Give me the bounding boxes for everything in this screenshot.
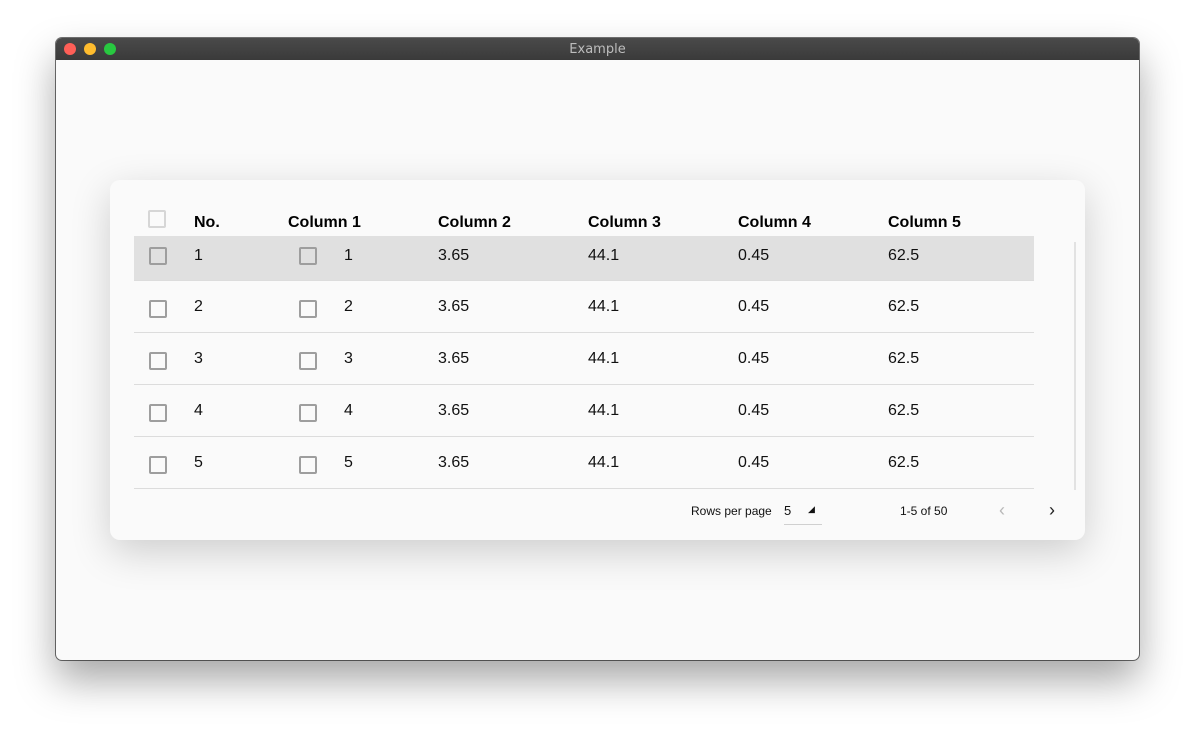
cell-column-2: 3.65 bbox=[438, 454, 470, 471]
cell-checkbox[interactable] bbox=[299, 404, 317, 422]
dropdown-arrow-icon: ◢ bbox=[808, 504, 815, 514]
cell-column-1: 5 bbox=[344, 454, 353, 471]
header-column-4[interactable]: Column 4 bbox=[738, 214, 811, 232]
table-row[interactable]: 3 3 3.65 44.1 0.45 62.5 bbox=[134, 333, 1034, 385]
app-window: Example No. Column 1 Column 2 Column 3 C… bbox=[56, 38, 1139, 660]
cell-column-2: 3.65 bbox=[438, 298, 470, 315]
header-column-5[interactable]: Column 5 bbox=[888, 214, 961, 232]
cell-checkbox[interactable] bbox=[299, 456, 317, 474]
data-table-card: No. Column 1 Column 2 Column 3 Column 4 … bbox=[110, 180, 1085, 540]
cell-column-1: 4 bbox=[344, 402, 353, 419]
cell-no: 3 bbox=[194, 350, 203, 367]
table-header: No. Column 1 Column 2 Column 3 Column 4 … bbox=[134, 204, 1034, 236]
chevron-left-icon[interactable]: ‹ bbox=[999, 500, 1005, 520]
row-checkbox[interactable] bbox=[149, 404, 167, 422]
title-bar: Example bbox=[56, 38, 1139, 60]
row-checkbox[interactable] bbox=[149, 456, 167, 474]
cell-column-5: 62.5 bbox=[888, 350, 920, 367]
cell-column-1: 1 bbox=[344, 247, 353, 264]
cell-column-5: 62.5 bbox=[888, 454, 920, 471]
cell-column-3: 44.1 bbox=[588, 350, 620, 367]
cell-column-1: 2 bbox=[344, 298, 353, 315]
pagination-bar: Rows per page 5 ◢ 1-5 of 50 ‹ › bbox=[110, 500, 1085, 525]
cell-column-2: 3.65 bbox=[438, 350, 470, 367]
rows-per-page-select[interactable]: 5 ◢ bbox=[784, 500, 822, 525]
cell-column-5: 62.5 bbox=[888, 298, 920, 315]
row-checkbox[interactable] bbox=[149, 352, 167, 370]
table-row[interactable]: 4 4 3.65 44.1 0.45 62.5 bbox=[134, 385, 1034, 437]
cell-checkbox[interactable] bbox=[299, 352, 317, 370]
window-title: Example bbox=[569, 41, 626, 57]
window-controls bbox=[64, 43, 116, 55]
cell-column-2: 3.65 bbox=[438, 402, 470, 419]
minimize-button[interactable] bbox=[84, 43, 96, 55]
cell-column-3: 44.1 bbox=[588, 247, 620, 264]
cell-no: 4 bbox=[194, 402, 203, 419]
cell-column-3: 44.1 bbox=[588, 402, 620, 419]
cell-column-1: 3 bbox=[344, 350, 353, 367]
cell-column-4: 0.45 bbox=[738, 298, 770, 315]
cell-no: 1 bbox=[194, 247, 203, 264]
row-checkbox[interactable] bbox=[149, 247, 167, 265]
cell-column-2: 3.65 bbox=[438, 247, 470, 264]
rows-per-page-label: Rows per page bbox=[691, 504, 772, 518]
header-column-1[interactable]: Column 1 bbox=[288, 214, 361, 232]
table-row[interactable]: 2 2 3.65 44.1 0.45 62.5 bbox=[134, 281, 1034, 333]
cell-checkbox[interactable] bbox=[299, 247, 317, 265]
cell-no: 5 bbox=[194, 454, 203, 471]
cell-column-4: 0.45 bbox=[738, 454, 770, 471]
cell-column-4: 0.45 bbox=[738, 402, 770, 419]
zoom-button[interactable] bbox=[104, 43, 116, 55]
rows-per-page-value: 5 bbox=[784, 503, 792, 518]
cell-column-4: 0.45 bbox=[738, 247, 770, 264]
table-row[interactable]: 5 5 3.65 44.1 0.45 62.5 bbox=[134, 437, 1034, 489]
cell-column-4: 0.45 bbox=[738, 350, 770, 367]
cell-column-5: 62.5 bbox=[888, 402, 920, 419]
page-range-label: 1-5 of 50 bbox=[900, 504, 948, 518]
header-column-3[interactable]: Column 3 bbox=[588, 214, 661, 232]
data-table: No. Column 1 Column 2 Column 3 Column 4 … bbox=[134, 204, 1034, 489]
cell-checkbox[interactable] bbox=[299, 300, 317, 318]
chevron-right-icon[interactable]: › bbox=[1049, 500, 1055, 520]
select-all-checkbox[interactable] bbox=[148, 210, 166, 228]
row-checkbox[interactable] bbox=[149, 300, 167, 318]
cell-column-5: 62.5 bbox=[888, 247, 920, 264]
cell-no: 2 bbox=[194, 298, 203, 315]
cell-column-3: 44.1 bbox=[588, 454, 620, 471]
close-button[interactable] bbox=[64, 43, 76, 55]
cell-column-3: 44.1 bbox=[588, 298, 620, 315]
header-column-2[interactable]: Column 2 bbox=[438, 214, 511, 232]
vertical-scrollbar[interactable] bbox=[1074, 242, 1076, 490]
header-no[interactable]: No. bbox=[194, 214, 220, 232]
table-row[interactable]: 1 1 3.65 44.1 0.45 62.5 bbox=[134, 236, 1034, 281]
